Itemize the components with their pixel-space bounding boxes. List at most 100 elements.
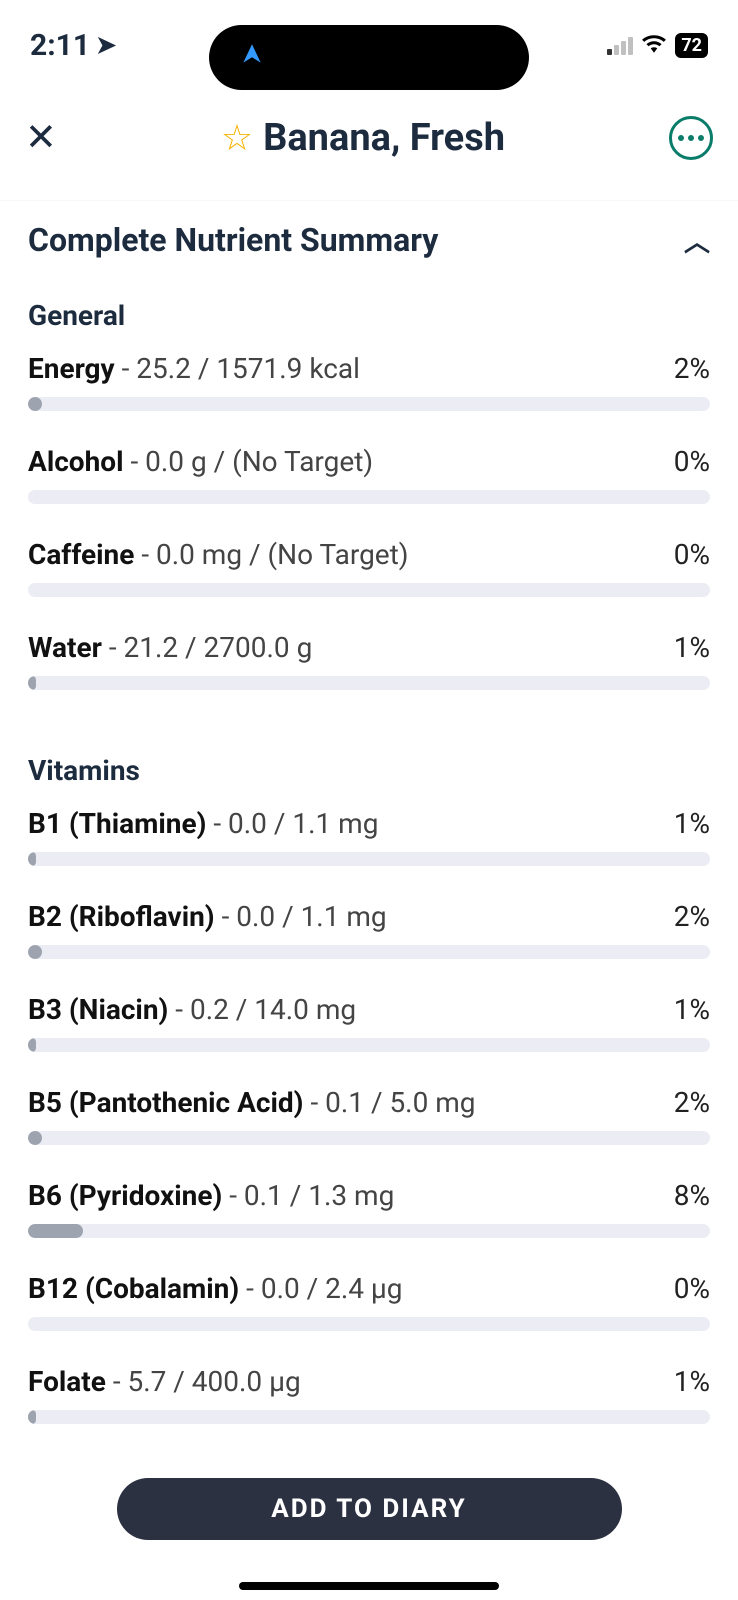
progress-bar bbox=[28, 1410, 710, 1424]
nutrient-percent: 1% bbox=[674, 807, 710, 840]
nutrient-text-row: B6 (Pyridoxine) - 0.1 / 1.3 mg 8% bbox=[28, 1179, 710, 1212]
nutrient-text-row: B1 (Thiamine) - 0.0 / 1.1 mg 1% bbox=[28, 807, 710, 840]
nutrient-name: B2 (Riboflavin) bbox=[28, 900, 215, 933]
progress-bar bbox=[28, 397, 710, 411]
nutrient-text-row: Caffeine - 0.0 mg / (No Target) 0% bbox=[28, 538, 710, 571]
nutrient-left: Water - 21.2 / 2700.0 g bbox=[28, 631, 312, 664]
nutrient-left: Alcohol - 0.0 g / (No Target) bbox=[28, 445, 373, 478]
nutrient-left: B6 (Pyridoxine) - 0.1 / 1.3 mg bbox=[28, 1179, 394, 1212]
nutrient-name: B6 (Pyridoxine) bbox=[28, 1179, 222, 1212]
bottom-cta: ADD TO DIARY bbox=[0, 1478, 738, 1540]
close-icon[interactable]: ✕ bbox=[25, 115, 57, 160]
nutrient-row[interactable]: B6 (Pyridoxine) - 0.1 / 1.3 mg 8% bbox=[28, 1179, 710, 1238]
nutrient-name: B5 (Pantothenic Acid) bbox=[28, 1086, 304, 1119]
nutrient-left: B5 (Pantothenic Acid) - 0.1 / 5.0 mg bbox=[28, 1086, 476, 1119]
nutrient-percent: 1% bbox=[674, 631, 710, 664]
nutrient-text-row: B12 (Cobalamin) - 0.0 / 2.4 µg 0% bbox=[28, 1272, 710, 1305]
nutrient-values: - 0.2 / 14.0 mg bbox=[168, 993, 356, 1026]
page-header: ✕ ☆ Banana, Fresh bbox=[0, 90, 738, 201]
cta-label: ADD TO DIARY bbox=[271, 1494, 467, 1524]
more-button[interactable] bbox=[669, 116, 713, 160]
nutrient-left: Folate - 5.7 / 400.0 µg bbox=[28, 1365, 301, 1398]
nutrient-percent: 2% bbox=[674, 900, 710, 933]
nutrient-name: B3 (Niacin) bbox=[28, 993, 168, 1026]
nutrient-left: B3 (Niacin) - 0.2 / 14.0 mg bbox=[28, 993, 356, 1026]
nutrient-values: - 21.2 / 2700.0 g bbox=[102, 631, 312, 664]
nutrient-percent: 0% bbox=[674, 1272, 710, 1305]
progress-bar bbox=[28, 1317, 710, 1331]
progress-fill bbox=[28, 1131, 42, 1145]
status-time: 2:11 ➤ bbox=[30, 28, 116, 63]
nutrient-percent: 8% bbox=[674, 1179, 710, 1212]
wifi-icon bbox=[641, 31, 667, 59]
progress-bar bbox=[28, 1224, 710, 1238]
more-icon bbox=[678, 135, 704, 141]
progress-fill bbox=[28, 1410, 36, 1424]
status-bar: 2:11 ➤ 72 bbox=[0, 0, 738, 90]
progress-fill bbox=[28, 1038, 36, 1052]
nutrient-name: B1 (Thiamine) bbox=[28, 807, 206, 840]
nutrient-text-row: B5 (Pantothenic Acid) - 0.1 / 5.0 mg 2% bbox=[28, 1086, 710, 1119]
battery-icon: 72 bbox=[675, 33, 708, 58]
dynamic-island bbox=[209, 25, 529, 90]
progress-fill bbox=[28, 397, 42, 411]
add-to-diary-button[interactable]: ADD TO DIARY bbox=[117, 1478, 622, 1540]
summary-title: Complete Nutrient Summary bbox=[28, 221, 438, 259]
progress-bar bbox=[28, 945, 710, 959]
progress-fill bbox=[28, 676, 36, 690]
nutrient-name: Energy bbox=[28, 352, 115, 385]
page-title: Banana, Fresh bbox=[263, 116, 505, 160]
nutrient-text-row: B3 (Niacin) - 0.2 / 14.0 mg 1% bbox=[28, 993, 710, 1026]
star-icon[interactable]: ☆ bbox=[221, 117, 253, 159]
nutrient-percent: 0% bbox=[674, 538, 710, 571]
nutrient-text-row: Energy - 25.2 / 1571.9 kcal 2% bbox=[28, 352, 710, 385]
nutrient-row[interactable]: B5 (Pantothenic Acid) - 0.1 / 5.0 mg 2% bbox=[28, 1086, 710, 1145]
nutrient-row[interactable]: Folate - 5.7 / 400.0 µg1% bbox=[28, 1365, 710, 1424]
nutrient-percent: 2% bbox=[674, 352, 710, 385]
nutrient-name: Water bbox=[28, 631, 102, 664]
nav-arrow-icon bbox=[239, 41, 265, 74]
nutrient-percent: 2% bbox=[674, 1086, 710, 1119]
nutrient-text-row: B2 (Riboflavin) - 0.0 / 1.1 mg 2% bbox=[28, 900, 710, 933]
nutrient-row[interactable]: Energy - 25.2 / 1571.9 kcal 2% bbox=[28, 352, 710, 411]
chevron-up-icon: ︿ bbox=[684, 222, 710, 259]
nutrient-name: Caffeine bbox=[28, 538, 134, 571]
nutrient-name: Alcohol bbox=[28, 445, 124, 478]
nutrient-row[interactable]: B12 (Cobalamin) - 0.0 / 2.4 µg 0% bbox=[28, 1272, 710, 1331]
nutrient-row[interactable]: Alcohol - 0.0 g / (No Target)0% bbox=[28, 445, 710, 504]
home-indicator bbox=[239, 1582, 499, 1590]
nutrient-values: - 0.1 / 1.3 mg bbox=[222, 1179, 394, 1212]
nutrient-name: Folate bbox=[28, 1365, 106, 1398]
nutrient-values: - 0.0 / 2.4 µg bbox=[239, 1272, 402, 1305]
nutrient-text-row: Folate - 5.7 / 400.0 µg1% bbox=[28, 1365, 710, 1398]
progress-bar bbox=[28, 676, 710, 690]
progress-bar bbox=[28, 1131, 710, 1145]
summary-header[interactable]: Complete Nutrient Summary ︿ bbox=[28, 201, 710, 299]
nutrient-values: - 0.0 / 1.1 mg bbox=[206, 807, 378, 840]
nutrient-row[interactable]: B1 (Thiamine) - 0.0 / 1.1 mg 1% bbox=[28, 807, 710, 866]
nutrient-values: - 0.0 mg / (No Target) bbox=[134, 538, 408, 571]
nutrient-row[interactable]: Water - 21.2 / 2700.0 g 1% bbox=[28, 631, 710, 690]
group-title: Vitamins bbox=[28, 754, 710, 787]
nutrient-percent: 1% bbox=[674, 993, 710, 1026]
nutrient-values: - 0.1 / 5.0 mg bbox=[304, 1086, 476, 1119]
nutrient-values: - 5.7 / 400.0 µg bbox=[106, 1365, 301, 1398]
signal-icon bbox=[607, 35, 633, 55]
progress-fill bbox=[28, 852, 36, 866]
nutrient-left: Caffeine - 0.0 mg / (No Target) bbox=[28, 538, 409, 571]
title-wrap: ☆ Banana, Fresh bbox=[221, 116, 505, 160]
nutrient-row[interactable]: B3 (Niacin) - 0.2 / 14.0 mg 1% bbox=[28, 993, 710, 1052]
progress-bar bbox=[28, 852, 710, 866]
group-title: General bbox=[28, 299, 710, 332]
nutrient-values: - 0.0 g / (No Target) bbox=[124, 445, 374, 478]
nutrient-text-row: Water - 21.2 / 2700.0 g 1% bbox=[28, 631, 710, 664]
nutrient-values: - 0.0 / 1.1 mg bbox=[215, 900, 387, 933]
progress-fill bbox=[28, 1224, 83, 1238]
nutrient-name: B12 (Cobalamin) bbox=[28, 1272, 239, 1305]
nutrient-left: Energy - 25.2 / 1571.9 kcal bbox=[28, 352, 360, 385]
status-icons: 72 bbox=[607, 31, 708, 59]
progress-fill bbox=[28, 945, 42, 959]
nutrient-row[interactable]: Caffeine - 0.0 mg / (No Target) 0% bbox=[28, 538, 710, 597]
nutrient-row[interactable]: B2 (Riboflavin) - 0.0 / 1.1 mg 2% bbox=[28, 900, 710, 959]
time-text: 2:11 bbox=[30, 28, 90, 63]
